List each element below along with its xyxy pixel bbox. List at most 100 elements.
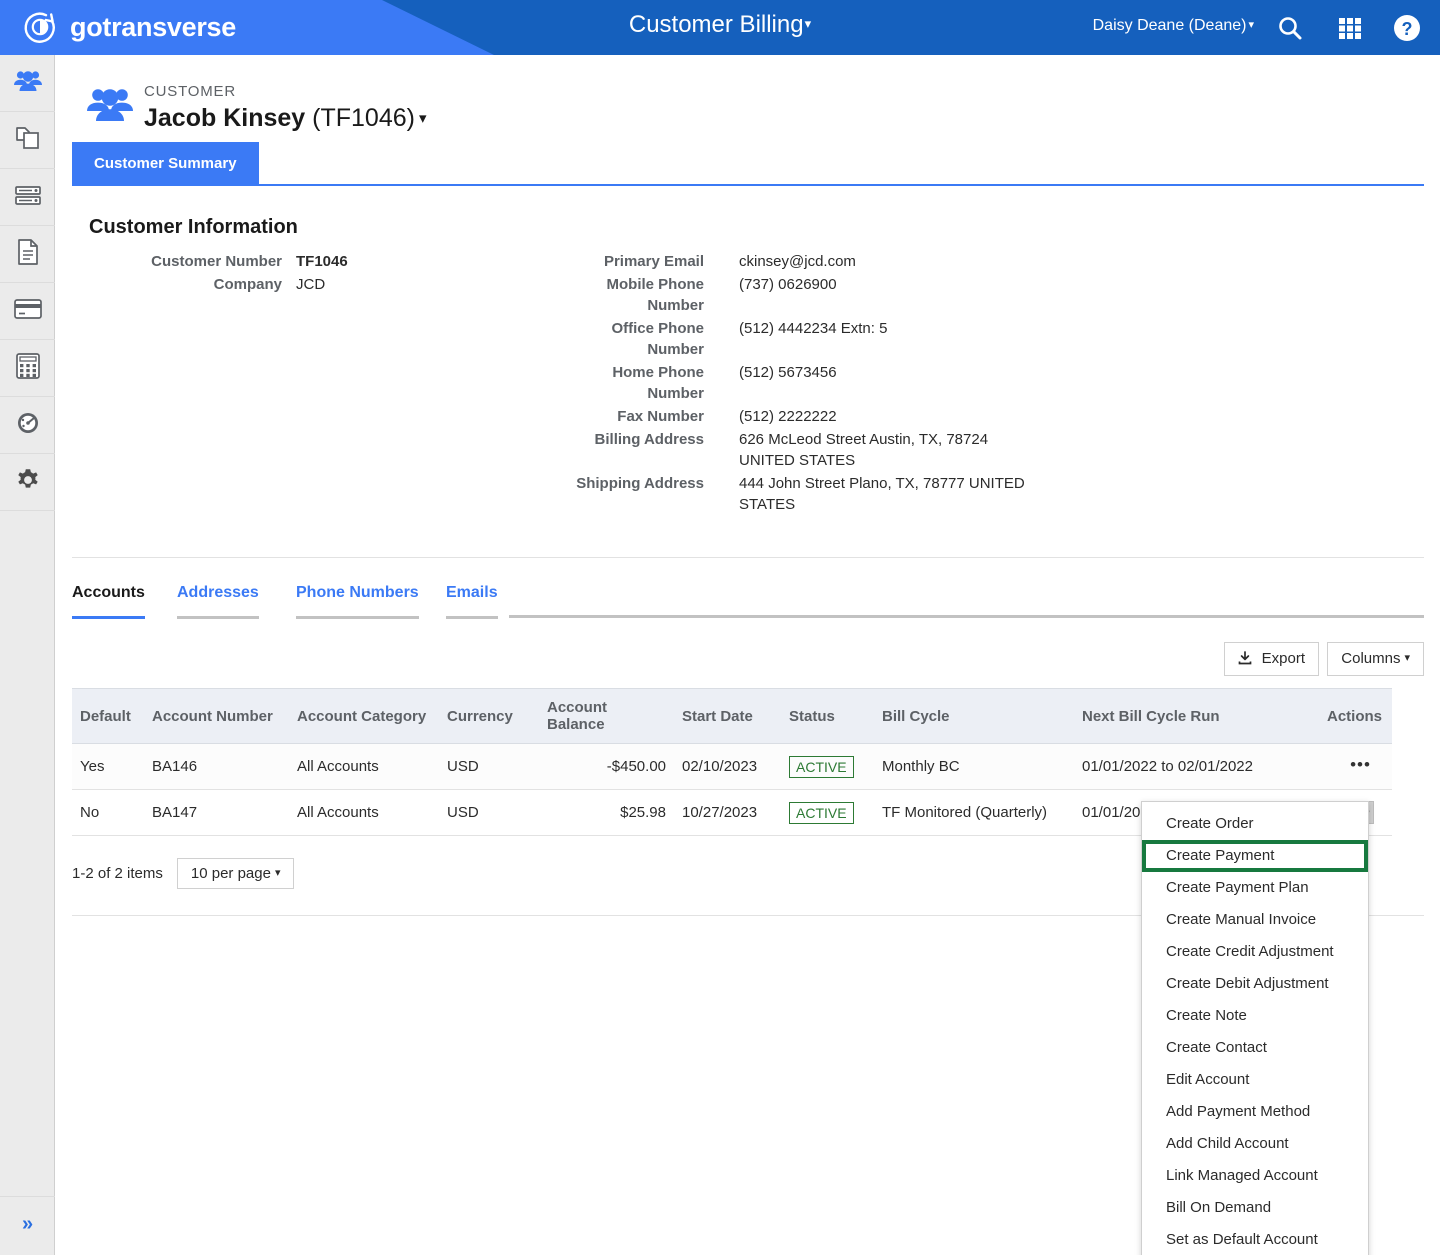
info-row: Billing Address 626 McLeod Street Austin… [569,429,1069,471]
customer-header: CUSTOMER Jacob Kinsey (TF1046) ▾ [56,56,1440,142]
sidebar-item-products[interactable] [0,112,55,169]
cell-actions: ••• [1319,743,1392,790]
user-menu-label: Daisy Deane (Deane) [1092,17,1247,34]
col-bill-cycle[interactable]: Bill Cycle [874,688,1074,744]
search-icon[interactable] [1275,13,1305,48]
cell-currency: USD [439,743,539,790]
col-account-balance[interactable]: Account Balance [539,688,674,744]
brand-name: gotransverse [70,12,236,42]
sidebar-item-billing[interactable] [0,340,55,397]
col-account-category[interactable]: Account Category [289,688,439,744]
info-label: Company [213,276,282,293]
menu-item-create-manual-invoice[interactable]: Create Manual Invoice [1142,904,1368,936]
chevron-down-icon: ▾ [1248,19,1254,31]
menu-item-create-payment[interactable]: Create Payment [1142,840,1368,872]
per-page-select[interactable]: 10 per page ▾ [176,858,295,889]
menu-item-create-order[interactable]: Create Order [1142,808,1368,840]
customer-information-grid: Customer Number TF1046 Company JCD Prima… [89,251,1440,541]
info-label: Billing Address [594,431,704,448]
tab-emails[interactable]: Emails [446,584,498,619]
customer-number: (TF1046) [312,104,415,132]
columns-button[interactable]: Columns ▾ [1327,642,1424,676]
info-row: Shipping Address 444 John Street Plano, … [569,473,1069,515]
sidebar-item-reports[interactable] [0,397,55,454]
svg-text:?: ? [1402,19,1413,39]
menu-item-create-contact[interactable]: Create Contact [1142,1032,1368,1064]
info-row: Company JCD [89,274,569,295]
people-group-icon [13,68,43,99]
tab-phone-numbers[interactable]: Phone Numbers [296,584,419,619]
apps-grid-icon[interactable] [1335,13,1365,48]
chevron-down-icon: ▾ [274,867,281,879]
menu-item-edit-account[interactable]: Edit Account [1142,1064,1368,1096]
cell-account-number: BA146 [144,743,289,790]
help-circle-icon[interactable]: ? [1392,13,1422,48]
cell-default: Yes [72,743,144,790]
col-start-date[interactable]: Start Date [674,688,781,744]
top-header-bar: gotransverse Customer Billing▾ Daisy Dea… [0,0,1440,55]
section-divider [72,557,1424,558]
info-column-right: Primary Email ckinsey@jcd.com Mobile Pho… [569,251,1069,517]
per-page-label: 10 per page [190,865,271,882]
menu-item-set-as-default-account[interactable]: Set as Default Account [1142,1224,1368,1255]
col-next-bill-cycle-run[interactable]: Next Bill Cycle Run [1074,688,1319,744]
sidebar-item-servers[interactable] [0,169,55,226]
menu-item-create-payment-plan[interactable]: Create Payment Plan [1142,872,1368,904]
menu-item-link-managed-account[interactable]: Link Managed Account [1142,1160,1368,1192]
menu-item-create-note[interactable]: Create Note [1142,1000,1368,1032]
customer-name: Jacob Kinsey [144,104,306,132]
info-label: Fax Number [617,408,704,425]
menu-item-add-payment-method[interactable]: Add Payment Method [1142,1096,1368,1128]
sidebar-item-payments[interactable] [0,283,55,340]
copy-pages-icon [14,124,42,157]
info-value: (512) 4442234 Extn: 5 [739,320,888,337]
status-badge: ACTIVE [789,755,854,778]
left-sidebar-rail: » [0,55,55,1255]
col-account-number[interactable]: Account Number [144,688,289,744]
row-actions-button[interactable]: ••• [1347,755,1374,778]
info-row: Home Phone Number (512) 5673456 [569,362,1069,404]
info-label: Primary Email [603,253,704,270]
page-title[interactable]: Jacob Kinsey (TF1046) ▾ [144,104,426,133]
info-value: (737) 0626900 [739,276,837,293]
menu-item-add-child-account[interactable]: Add Child Account [1142,1128,1368,1160]
col-default[interactable]: Default [72,688,144,744]
sidebar-expand-toggle[interactable]: » [0,1196,55,1251]
sidebar-item-settings[interactable] [0,454,55,511]
brand-logo[interactable]: gotransverse [22,9,236,45]
gauge-dashboard-icon [14,411,42,440]
status-badge: ACTIVE [789,801,854,824]
people-group-icon [86,84,134,131]
sidebar-item-customers[interactable] [0,55,55,112]
credit-card-icon [13,298,43,325]
info-label: Mobile Phone Number [606,276,705,314]
tab-accounts[interactable]: Accounts [72,584,145,619]
download-icon [1238,650,1261,667]
pagination-summary: 1-2 of 2 items [72,865,163,882]
calculator-icon [15,352,41,385]
tab-customer-summary[interactable]: Customer Summary [72,142,259,186]
export-button[interactable]: Export [1224,642,1319,676]
info-label: Shipping Address [576,475,704,492]
info-label: Office Phone Number [611,320,704,358]
tab-addresses[interactable]: Addresses [177,584,259,619]
menu-item-bill-on-demand[interactable]: Bill On Demand [1142,1192,1368,1224]
cell-start-date: 10/27/2023 [674,789,781,836]
info-label: Home Phone Number [612,364,704,402]
info-value: 444 John Street Plano, TX, 78777 UNITED … [739,475,1025,513]
user-menu[interactable]: Daisy Deane (Deane) ▾ [1093,17,1254,35]
col-currency[interactable]: Currency [439,688,539,744]
info-row: Mobile Phone Number (737) 0626900 [569,274,1069,316]
table-header-row: Default Account Number Account Category … [72,688,1392,744]
info-value: ckinsey@jcd.com [739,253,856,270]
info-row: Fax Number (512) 2222222 [569,406,1069,427]
info-value: (512) 5673456 [739,364,837,381]
info-value: TF1046 [296,253,348,270]
menu-item-create-credit-adjustment[interactable]: Create Credit Adjustment [1142,936,1368,968]
info-value: (512) 2222222 [739,408,837,425]
menu-item-create-debit-adjustment[interactable]: Create Debit Adjustment [1142,968,1368,1000]
customer-eyebrow-label: CUSTOMER [144,83,236,100]
col-status[interactable]: Status [781,688,874,744]
sidebar-item-documents[interactable] [0,226,55,283]
cell-account-category: All Accounts [289,789,439,836]
